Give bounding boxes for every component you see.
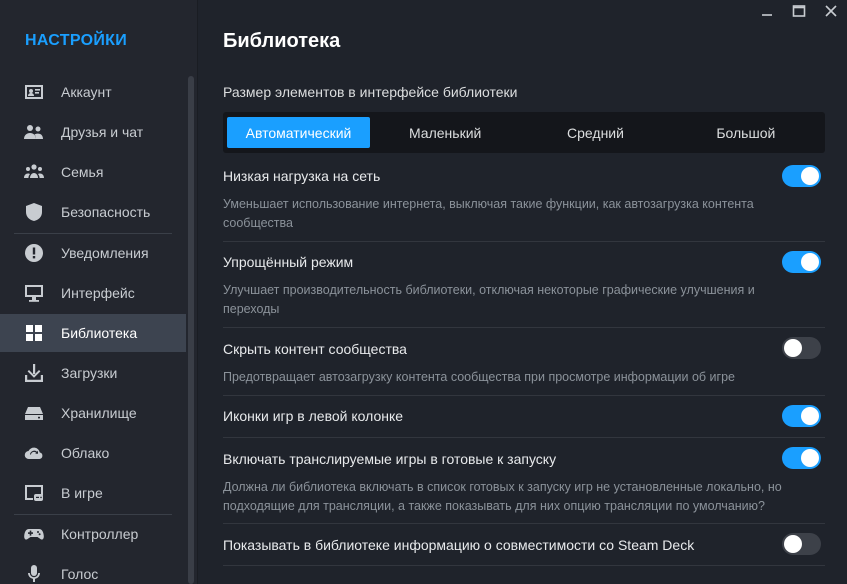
size-option-large[interactable]: Большой bbox=[671, 117, 821, 148]
setting-description: Должна ли библиотека включать в список г… bbox=[223, 480, 782, 513]
toggle-knob bbox=[801, 167, 819, 185]
sidebar-item-label: В игре bbox=[61, 485, 103, 501]
setting-steam-deck-compat: Показывать в библиотеке информацию о сов… bbox=[223, 524, 825, 566]
microphone-icon bbox=[24, 564, 44, 584]
shield-icon bbox=[24, 202, 44, 222]
sidebar-item-ingame[interactable]: В игре bbox=[0, 474, 186, 512]
sidebar-item-security[interactable]: Безопасность bbox=[0, 193, 186, 231]
low-bandwidth-toggle[interactable] bbox=[782, 165, 821, 187]
setting-title: Иконки игр в левой колонке bbox=[223, 408, 404, 424]
setting-description: Предотвращает автозагрузку контента сооб… bbox=[223, 370, 735, 384]
sidebar-scrollbar[interactable] bbox=[188, 76, 194, 584]
sidebar-item-label: Аккаунт bbox=[61, 84, 112, 100]
sidebar-item-voice[interactable]: Голос bbox=[0, 555, 186, 584]
sidebar-item-label: Хранилище bbox=[61, 405, 137, 421]
ingame-icon bbox=[24, 483, 44, 503]
setting-streamable-games: Включать транслируемые игры в готовые к … bbox=[223, 438, 825, 524]
account-card-icon bbox=[24, 82, 44, 102]
sidebar-item-friends[interactable]: Друзья и чат bbox=[0, 113, 186, 151]
sidebar-item-label: Облако bbox=[61, 445, 110, 461]
toggle-knob bbox=[784, 535, 802, 553]
sidebar-item-label: Друзья и чат bbox=[61, 124, 144, 140]
size-option-small[interactable]: Маленький bbox=[370, 117, 520, 148]
size-option-medium[interactable]: Средний bbox=[520, 117, 670, 148]
sidebar-item-cloud[interactable]: Облако bbox=[0, 434, 186, 472]
toggle-knob bbox=[801, 407, 819, 425]
cloud-sync-icon bbox=[24, 443, 44, 463]
library-settings-panel: Библиотека Размер элементов в интерфейсе… bbox=[199, 0, 847, 584]
setting-description: Уменьшает использование интернета, выклю… bbox=[223, 197, 754, 230]
alert-icon bbox=[24, 243, 44, 263]
family-icon bbox=[24, 162, 44, 182]
sidebar-item-label: Загрузки bbox=[61, 365, 118, 381]
low-performance-toggle[interactable] bbox=[782, 251, 821, 273]
toggle-knob bbox=[784, 339, 802, 357]
steam-deck-compat-toggle[interactable] bbox=[782, 533, 821, 555]
sidebar-item-label: Интерфейс bbox=[61, 285, 135, 301]
sidebar-item-storage[interactable]: Хранилище bbox=[0, 394, 186, 432]
toggle-knob bbox=[801, 449, 819, 467]
setting-game-icons: Иконки игр в левой колонке bbox=[223, 396, 825, 438]
setting-low-bandwidth: Низкая нагрузка на сеть Уменьшает исполь… bbox=[223, 155, 825, 242]
sidebar-item-label: Безопасность bbox=[61, 204, 151, 220]
streamable-games-toggle[interactable] bbox=[782, 447, 821, 469]
sidebar-item-label: Библиотека bbox=[61, 325, 138, 341]
sidebar-item-notifications[interactable]: Уведомления bbox=[0, 234, 186, 272]
sidebar-item-label: Уведомления bbox=[61, 245, 149, 261]
size-option-auto[interactable]: Автоматический bbox=[227, 117, 370, 148]
hide-community-toggle[interactable] bbox=[782, 337, 821, 359]
setting-title: Низкая нагрузка на сеть bbox=[223, 168, 381, 184]
setting-description: Улучшает производительность библиотеки, … bbox=[223, 283, 755, 316]
sidebar-item-family[interactable]: Семья bbox=[0, 153, 186, 191]
setting-title: Упрощённый режим bbox=[223, 254, 354, 270]
size-section-label: Размер элементов в интерфейсе библиотеки bbox=[223, 84, 518, 100]
grid-icon bbox=[24, 323, 44, 343]
settings-sidebar: НАСТРОЙКИ Аккаунт Друзья и чат Семья Без… bbox=[0, 0, 198, 584]
monitor-icon bbox=[24, 283, 44, 303]
setting-title: Скрыть контент сообщества bbox=[223, 341, 407, 357]
sidebar-item-label: Семья bbox=[61, 164, 104, 180]
sidebar-item-controller[interactable]: Контроллер bbox=[0, 515, 186, 553]
setting-low-performance: Упрощённый режим Улучшает производительн… bbox=[223, 242, 825, 328]
sidebar-item-label: Контроллер bbox=[61, 526, 139, 542]
friends-icon bbox=[24, 122, 44, 142]
download-icon bbox=[24, 363, 44, 383]
size-selector: Автоматический Маленький Средний Большой bbox=[223, 112, 825, 153]
sidebar-item-interface[interactable]: Интерфейс bbox=[0, 274, 186, 312]
storage-icon bbox=[24, 403, 44, 423]
game-icons-toggle[interactable] bbox=[782, 405, 821, 427]
toggle-knob bbox=[801, 253, 819, 271]
setting-hide-community: Скрыть контент сообщества Предотвращает … bbox=[223, 328, 825, 396]
gamepad-icon bbox=[24, 524, 44, 544]
sidebar-title: НАСТРОЙКИ bbox=[25, 32, 128, 49]
setting-title: Показывать в библиотеке информацию о сов… bbox=[223, 537, 695, 553]
page-title: Библиотека bbox=[223, 30, 341, 52]
sidebar-item-library[interactable]: Библиотека bbox=[0, 314, 186, 352]
sidebar-item-account[interactable]: Аккаунт bbox=[0, 73, 186, 111]
setting-title: Включать транслируемые игры в готовые к … bbox=[223, 451, 557, 467]
sidebar-item-label: Голос bbox=[61, 566, 99, 582]
sidebar-item-downloads[interactable]: Загрузки bbox=[0, 354, 186, 392]
